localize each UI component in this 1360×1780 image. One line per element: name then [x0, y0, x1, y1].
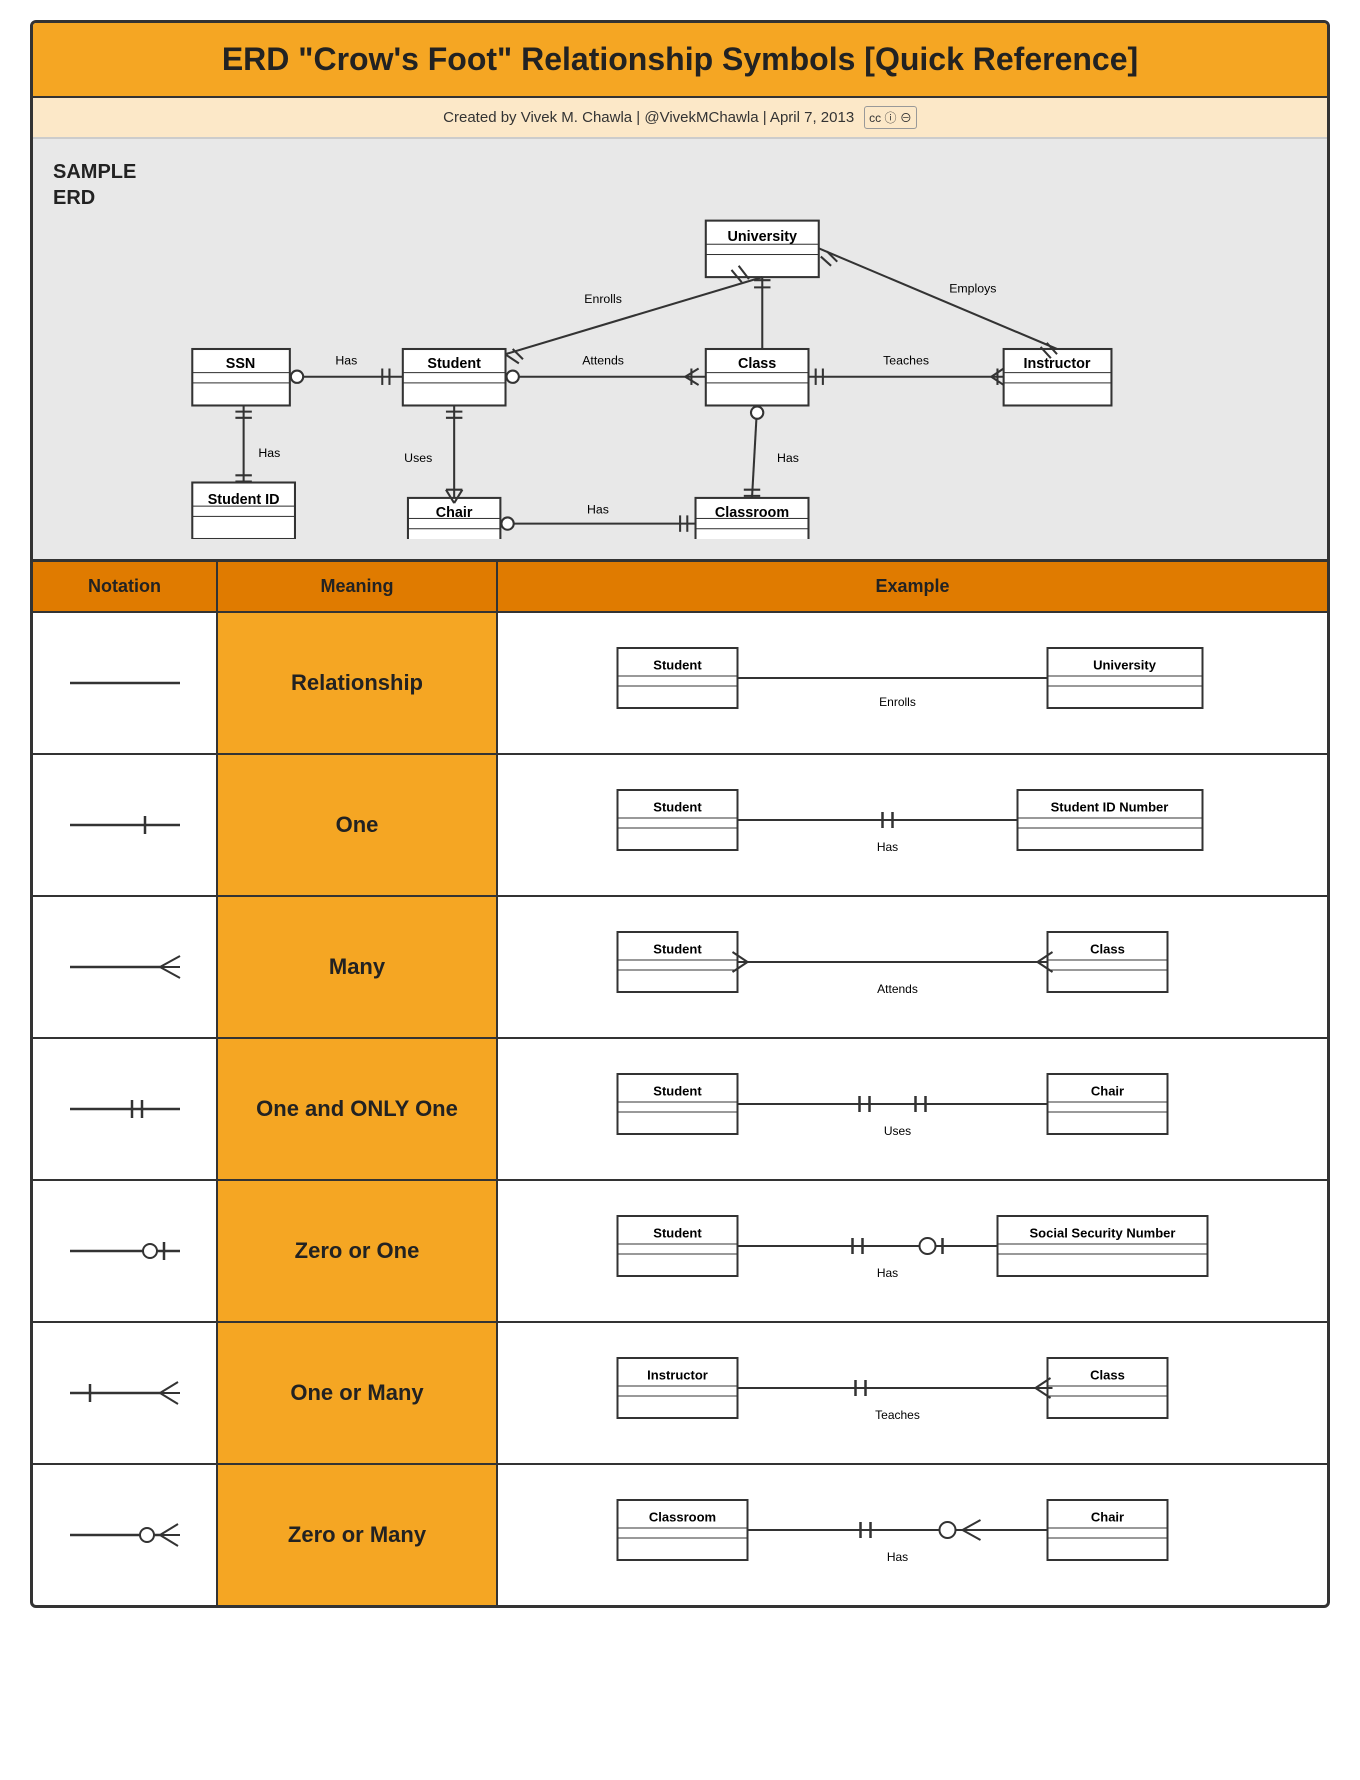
- table-row: Zero or Many Classroom Chair: [33, 1465, 1327, 1605]
- svg-text:Enrolls: Enrolls: [585, 292, 623, 306]
- notation-one-many: [33, 1323, 218, 1463]
- table-row: One and ONLY One Student Chair Uses: [33, 1039, 1327, 1181]
- cc-badge: cc ⓘ ⊖: [864, 106, 917, 129]
- svg-text:Student: Student: [653, 799, 702, 814]
- svg-text:University: University: [1093, 657, 1157, 672]
- svg-text:Class: Class: [1090, 1367, 1125, 1382]
- erd-label: SAMPLEERD: [53, 159, 136, 211]
- svg-text:Teaches: Teaches: [883, 353, 929, 367]
- notation-one-only: [33, 1039, 218, 1179]
- svg-text:Student: Student: [428, 356, 482, 372]
- notation-relationship: [33, 613, 218, 753]
- svg-text:Student: Student: [653, 657, 702, 672]
- header-notation: Notation: [33, 562, 218, 611]
- notation-zero-many: [33, 1465, 218, 1605]
- svg-text:Chair: Chair: [436, 505, 473, 521]
- svg-text:Attends: Attends: [877, 982, 918, 996]
- meaning-one-only: One and ONLY One: [218, 1039, 498, 1179]
- svg-text:Chair: Chair: [1091, 1509, 1124, 1524]
- svg-text:Teaches: Teaches: [875, 1408, 920, 1422]
- meaning-zero-many: Zero or Many: [218, 1465, 498, 1605]
- example-zero-one: Student Social Security Number Has: [498, 1181, 1327, 1321]
- svg-text:Classroom: Classroom: [715, 505, 789, 521]
- page-title: ERD "Crow's Foot" Relationship Symbols […: [222, 41, 1138, 77]
- svg-text:Enrolls: Enrolls: [879, 695, 916, 709]
- svg-text:Has: Has: [336, 353, 358, 367]
- table-row: One or Many Instructor Class: [33, 1323, 1327, 1465]
- main-container: ERD "Crow's Foot" Relationship Symbols […: [30, 20, 1330, 1608]
- svg-text:Has: Has: [259, 446, 281, 460]
- svg-text:Student: Student: [653, 1225, 702, 1240]
- erd-diagram: SSN Student ID Student Chair University: [156, 159, 1297, 539]
- svg-text:Instructor: Instructor: [1024, 356, 1091, 372]
- header-meaning: Meaning: [218, 562, 498, 611]
- svg-text:Student ID: Student ID: [208, 492, 280, 508]
- svg-text:Has: Has: [877, 840, 898, 854]
- example-many: Student Class Attends: [498, 897, 1327, 1037]
- svg-text:Has: Has: [887, 1550, 908, 1564]
- example-relationship: Student University Enrolls: [498, 613, 1327, 753]
- meaning-one: One: [218, 755, 498, 895]
- svg-text:Student ID Number: Student ID Number: [1051, 799, 1169, 814]
- svg-text:Class: Class: [1090, 941, 1125, 956]
- table-row: Relationship Student University Enrolls: [33, 613, 1327, 755]
- title-bar: ERD "Crow's Foot" Relationship Symbols […: [33, 23, 1327, 98]
- example-one-only: Student Chair Uses: [498, 1039, 1327, 1179]
- svg-text:Has: Has: [877, 1266, 898, 1280]
- table-header: Notation Meaning Example: [33, 562, 1327, 613]
- table-row: Many Student Class Attends: [33, 897, 1327, 1039]
- svg-text:University: University: [728, 229, 797, 245]
- svg-text:SSN: SSN: [226, 356, 256, 372]
- svg-text:Uses: Uses: [884, 1124, 911, 1138]
- notation-many: [33, 897, 218, 1037]
- meaning-many: Many: [218, 897, 498, 1037]
- svg-text:Instructor: Instructor: [647, 1367, 708, 1382]
- example-one-many: Instructor Class Teaches: [498, 1323, 1327, 1463]
- svg-text:Class: Class: [738, 356, 776, 372]
- meaning-one-many: One or Many: [218, 1323, 498, 1463]
- svg-text:Student: Student: [653, 941, 702, 956]
- example-one: Student Student ID Number Has: [498, 755, 1327, 895]
- svg-text:Has: Has: [777, 451, 799, 465]
- notation-one: [33, 755, 218, 895]
- subtitle-bar: Created by Vivek M. Chawla | @VivekMChaw…: [33, 98, 1327, 139]
- example-zero-many: Classroom Chair Has: [498, 1465, 1327, 1605]
- svg-text:Chair: Chair: [1091, 1083, 1124, 1098]
- meaning-zero-one: Zero or One: [218, 1181, 498, 1321]
- table-row: One Student Student ID Number Has: [33, 755, 1327, 897]
- reference-table: Notation Meaning Example Relationship St…: [33, 562, 1327, 1605]
- svg-text:Student: Student: [653, 1083, 702, 1098]
- svg-text:Uses: Uses: [405, 451, 433, 465]
- meaning-relationship: Relationship: [218, 613, 498, 753]
- notation-zero-one: [33, 1181, 218, 1321]
- svg-text:Classroom: Classroom: [649, 1509, 716, 1524]
- svg-text:Has: Has: [587, 502, 609, 516]
- svg-text:Attends: Attends: [583, 353, 625, 367]
- svg-text:Employs: Employs: [950, 282, 997, 296]
- table-row: Zero or One Student Social Security Numb…: [33, 1181, 1327, 1323]
- svg-text:Social Security Number: Social Security Number: [1030, 1225, 1176, 1240]
- subtitle-text: Created by Vivek M. Chawla | @VivekMChaw…: [443, 109, 854, 126]
- erd-sample-section: SAMPLEERD SSN Student ID Student C: [33, 139, 1327, 562]
- header-example: Example: [498, 562, 1327, 611]
